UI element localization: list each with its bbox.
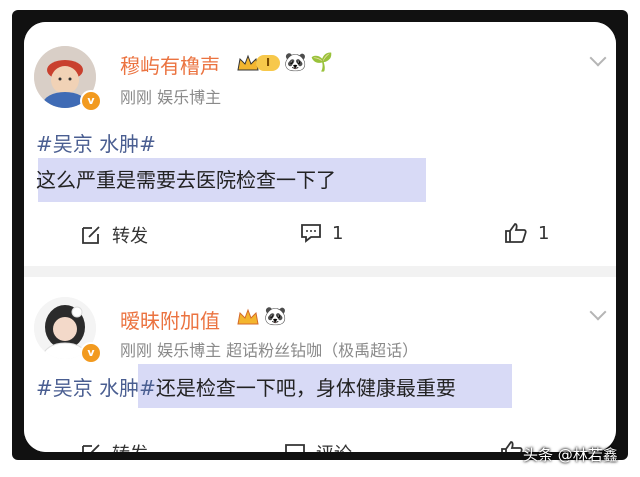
comment-text: 这么严重是需要去医院检查一下了 — [36, 168, 336, 192]
top-strip — [0, 0, 640, 10]
hashtag-link[interactable]: #吴京 水肿# — [36, 376, 156, 400]
comment-button[interactable]: 1 — [300, 222, 343, 244]
sprout-icon: 🌱 — [310, 52, 333, 73]
like-button[interactable]: 1 — [504, 222, 549, 244]
edit-icon — [82, 444, 100, 452]
username[interactable]: 穆屿有橹声 — [120, 50, 220, 79]
comment-button[interactable]: 评论 — [284, 440, 352, 452]
weibo-comment-list: v 穆屿有橹声 I 🐼 🌱 刚刚 娱乐博主 #吴京 水肿# 这么严重是需要去医院… — [24, 22, 616, 452]
edit-icon — [82, 226, 100, 244]
watermark: 头条 @林若鑫 — [523, 446, 618, 464]
repost-label: 转发 — [112, 440, 148, 452]
verified-badge: v — [80, 90, 102, 112]
comment-count: 1 — [332, 222, 344, 244]
comment-icon — [285, 444, 305, 452]
panda-icon: 🐼 — [284, 52, 307, 73]
username[interactable]: 暧昧附加值 — [120, 305, 220, 334]
repost-label: 转发 — [112, 226, 148, 247]
comment-card: v 穆屿有橹声 I 🐼 🌱 刚刚 娱乐博主 #吴京 水肿# 这么严重是需要去医院… — [24, 22, 616, 266]
verified-badge: v — [80, 342, 102, 364]
user-badges: 🐼 — [236, 306, 286, 327]
thumbs-up-icon — [505, 223, 527, 243]
thumbs-up-icon — [501, 441, 523, 452]
chevron-down-icon[interactable] — [589, 49, 607, 67]
panda-icon: 🐼 — [264, 306, 287, 327]
comment-icon — [301, 224, 321, 243]
comment-label: 评论 — [316, 440, 352, 452]
post-meta: 刚刚 娱乐博主 — [120, 88, 222, 107]
repost-button[interactable]: 转发 — [80, 222, 148, 248]
user-badges: I 🐼 🌱 — [236, 52, 333, 73]
level-badge: I — [256, 54, 281, 71]
crown-icon — [237, 308, 259, 324]
comment-body: 还是检查一下吧，身体健康最重要 — [155, 376, 456, 400]
like-count: 1 — [538, 222, 550, 244]
comment-text: #吴京 水肿#还是检查一下吧，身体健康最重要 — [36, 372, 456, 401]
hashtag-link[interactable]: #吴京 水肿# — [36, 128, 156, 157]
repost-button[interactable]: 转发 — [80, 440, 148, 452]
post-meta: 刚刚 娱乐博主 超话粉丝钻咖（极禹超话） — [120, 341, 419, 360]
